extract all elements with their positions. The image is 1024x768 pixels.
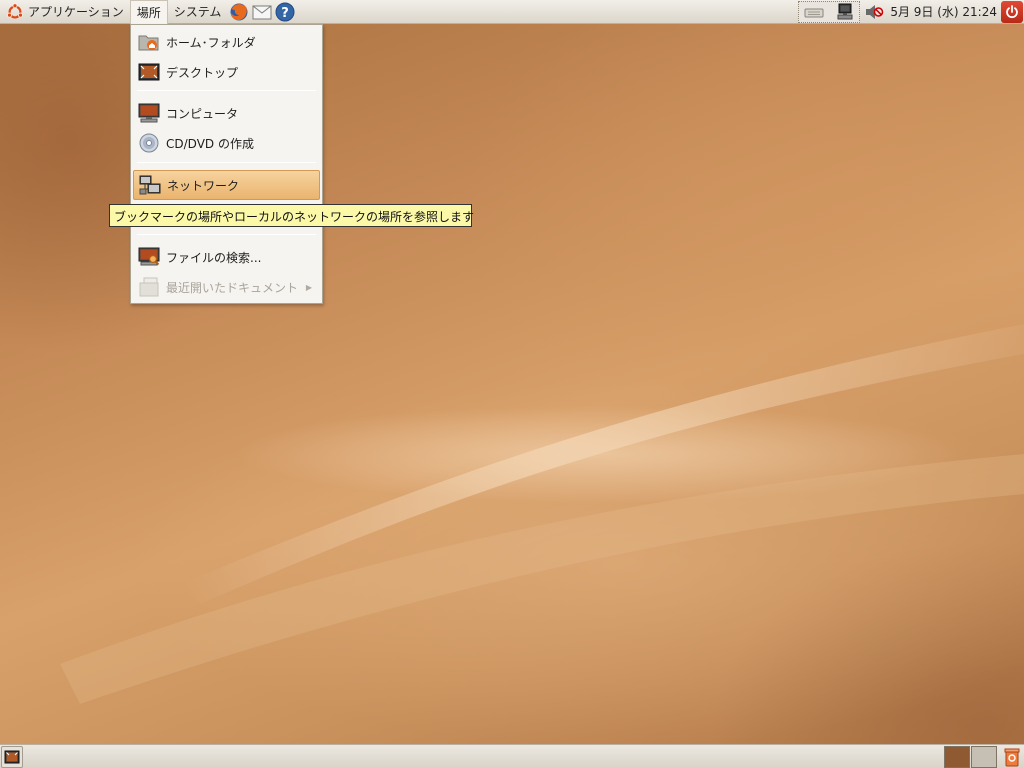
system-menu-label: システム [173,5,222,19]
show-desktop-button[interactable] [1,745,23,768]
firefox-launcher[interactable] [228,1,250,23]
places-menu-button[interactable]: 場所 [129,0,168,24]
menu-separator [137,234,316,235]
menu-item-home-folder[interactable]: ホーム･フォルダ [133,27,320,57]
show-desktop-icon [4,750,20,763]
keyboard-icon[interactable] [803,4,825,20]
workspace-1[interactable] [944,745,970,768]
clock[interactable]: 5月 9日 (水) 21:24 [884,3,1001,20]
help-launcher[interactable]: ? [274,1,296,23]
firefox-icon [230,3,248,20]
places-menu-label: 場所 [136,5,161,20]
menu-item-label: ネットワーク [167,178,240,193]
bottom-panel [0,744,1024,768]
search-files-icon [138,246,160,268]
notification-area [798,0,861,23]
places-dropdown-menu: ホーム･フォルダ デスクトップ コンピュータ CD/DVD の作成 ネットワーク… [130,24,323,304]
cd-dvd-icon [138,132,160,154]
desktop-icon [138,61,160,83]
submenu-arrow-icon: ▶ [305,282,312,292]
power-icon [1006,4,1018,18]
menu-item-network[interactable]: ネットワーク [133,170,320,200]
menu-item-search-files[interactable]: ファイルの検索... [133,242,320,272]
applications-menu-label: アプリケーション [28,5,124,19]
system-menu[interactable]: システム [168,1,228,23]
workspace-2[interactable] [971,745,997,768]
menu-item-computer[interactable]: コンピュータ [133,98,320,128]
top-panel: アプリケーション 場所 システム ? 5月 9日 (水) 21:24 [0,0,1024,24]
power-button[interactable] [1001,0,1023,23]
network-tooltip: ブックマークの場所やローカルのネットワークの場所を参照します [109,204,474,227]
panel-right: 5月 9日 (水) 21:24 [798,0,1024,24]
workspace-switcher [944,745,997,768]
home-folder-icon [138,31,160,53]
email-launcher[interactable] [251,1,273,23]
menu-item-recent-documents[interactable]: 最近開いたドキュメント ▶ [133,272,320,302]
trash-button[interactable] [1001,746,1023,768]
menu-item-label: コンピュータ [166,106,239,121]
menu-separator [137,90,316,91]
recent-documents-icon [138,276,160,298]
network-icon [139,174,161,196]
menu-item-label: デスクトップ [166,65,239,80]
applications-menu[interactable]: アプリケーション [0,1,130,23]
computer-icon [138,102,160,124]
menu-item-label: CD/DVD の作成 [166,136,254,151]
svg-text:?: ? [282,6,290,21]
menu-separator [137,162,316,163]
mail-envelope-icon [252,5,272,19]
menu-item-desktop[interactable]: デスクトップ [133,57,320,87]
menu-item-label: 最近開いたドキュメント [166,280,299,295]
volume-muted-icon[interactable] [864,3,884,21]
network-status-icon[interactable] [835,3,855,21]
menu-item-label: ホーム･フォルダ [166,35,256,50]
ubuntu-logo-icon [6,2,24,18]
menu-item-label: ファイルの検索... [166,250,262,265]
trash-icon [1004,748,1020,766]
help-icon: ? [275,2,295,21]
menu-item-cd-dvd[interactable]: CD/DVD の作成 [133,128,320,158]
